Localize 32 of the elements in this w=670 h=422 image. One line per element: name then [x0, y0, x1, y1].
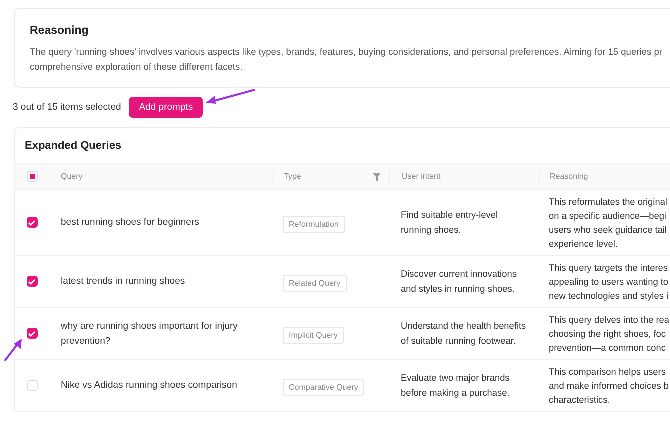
annotation-arrow [4, 338, 24, 362]
column-header: Query [61, 172, 83, 181]
filter-icon[interactable] [373, 172, 381, 180]
type-tag: Implicit Query [283, 326, 344, 344]
reasoning-text: This query targets the interes appealing to users wanting to new technologies and styles i [549, 262, 670, 302]
reasoning-text: This reformulates the original on a specific audience—begi users who seek guidance tail experience level. [549, 196, 668, 250]
reasoning-text: This comparison helps users and make informed choices b characteristics. [549, 366, 670, 406]
row-checkbox[interactable] [26, 217, 38, 228]
type-tag: Related Query [283, 274, 347, 292]
intent-text: Understand the health benefits of suitable running footwear. [401, 320, 528, 348]
column-header: Type [284, 172, 302, 181]
type-tag: Comparative Query [283, 378, 364, 396]
table-title: Expanded Queries [24, 139, 123, 154]
type-tag: Reformulation [283, 216, 345, 232]
row-checkbox[interactable] [26, 328, 38, 339]
intent-text: Find suitable entry-level running shoes. [401, 208, 500, 237]
column-header: Reasoning [550, 172, 588, 181]
reasoning-text: This query delves into the rea choosing the right shoes, foc prevention—a common conc [549, 314, 670, 354]
query-text: best running shoes for beginners [61, 216, 200, 230]
row-checkbox[interactable] [26, 276, 38, 287]
intent-text: Evaluate two major brands before making a purchase. [401, 372, 511, 400]
add-prompts-button[interactable]: Add prompts [129, 97, 204, 118]
query-text: latest trends in running shoes [61, 275, 186, 289]
reasoning-text: The query 'running shoes' involves various aspects like types, brands, features, buying considerations, and personal preferences. Aiming for 15 queries pr comprehensive exploration of these different facets. [30, 46, 664, 74]
selection-summary: 3 out of 15 items selected [13, 102, 122, 113]
query-text: why are running shoes important for injury prevention? [61, 320, 239, 348]
select-all-checkbox[interactable] [26, 171, 38, 182]
annotation-arrow [205, 89, 257, 105]
card-title: Reasoning [30, 25, 90, 37]
column-header: User intent [402, 172, 441, 181]
query-text: Nike vs Adidas running shoes comparison [61, 379, 238, 393]
intent-text: Discover current innovations and styles in running shoes. [401, 268, 518, 296]
